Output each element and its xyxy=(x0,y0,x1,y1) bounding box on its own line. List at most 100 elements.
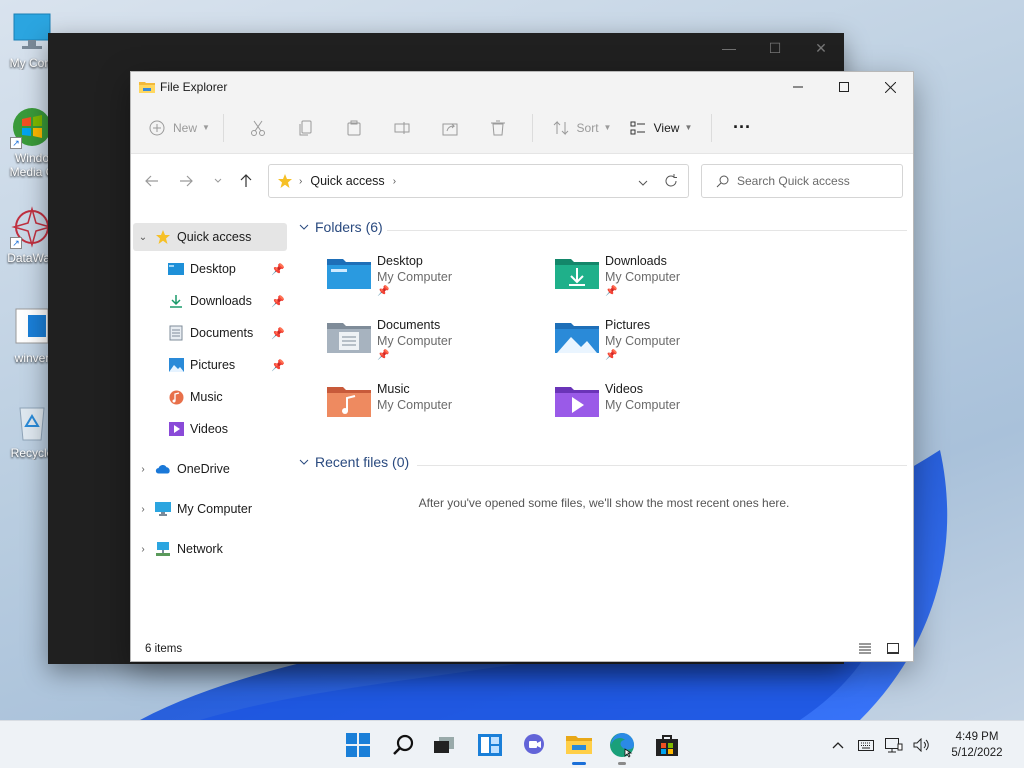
desktop-folder-icon xyxy=(168,261,184,277)
new-button[interactable]: New ▼ xyxy=(149,112,213,144)
taskbar-file-explorer[interactable] xyxy=(563,729,595,765)
share-button[interactable] xyxy=(426,112,474,144)
sidebar-item-desktop[interactable]: Desktop 📌 xyxy=(133,255,287,283)
pin-icon[interactable]: 📌 xyxy=(271,263,285,276)
volume-button[interactable] xyxy=(908,731,936,759)
folder-tile-desktop[interactable]: Desktop My Computer 📌 xyxy=(327,253,547,313)
item-count: 6 items xyxy=(145,643,183,655)
folders-section-header[interactable]: Folders (6) xyxy=(299,219,383,235)
close-button[interactable] xyxy=(867,72,913,102)
paste-button[interactable] xyxy=(330,112,378,144)
sidebar-item-music[interactable]: Music xyxy=(133,383,287,411)
store-icon xyxy=(656,735,678,756)
chevron-right-icon[interactable]: › xyxy=(136,464,150,475)
search-input[interactable] xyxy=(737,174,897,188)
widgets-button[interactable] xyxy=(474,729,506,761)
pin-icon: 📌 xyxy=(605,286,618,297)
folder-tile-music[interactable]: Music My Computer xyxy=(327,381,547,441)
pin-icon[interactable]: 📌 xyxy=(271,327,285,340)
sort-icon xyxy=(553,120,568,135)
folder-tile-documents[interactable]: Documents My Computer 📌 xyxy=(327,317,547,377)
recent-locations-button[interactable] xyxy=(207,171,229,191)
sidebar-item-quick-access[interactable]: ⌄ Quick access xyxy=(133,223,287,251)
recent-files-empty-message: After you've opened some files, we'll sh… xyxy=(418,496,790,510)
maximize-button[interactable] xyxy=(821,72,867,102)
copy-button[interactable] xyxy=(282,112,330,144)
chevron-right-icon[interactable]: › xyxy=(136,544,150,555)
command-bar: New ▼ Sort ▼ View ▼ ··· xyxy=(131,102,913,154)
chevron-right-icon[interactable]: › xyxy=(393,176,396,187)
pin-icon[interactable]: 📌 xyxy=(271,359,285,372)
clock[interactable]: 4:49 PM 5/12/2022 xyxy=(942,729,1012,761)
refresh-button[interactable] xyxy=(664,174,678,191)
file-explorer-app-icon xyxy=(139,82,155,93)
window-title: File Explorer xyxy=(160,80,228,94)
sidebar-item-downloads[interactable]: Downloads 📌 xyxy=(133,287,287,315)
close-icon xyxy=(884,81,896,93)
folder-tile-videos[interactable]: Videos My Computer xyxy=(555,381,775,441)
sidebar-item-documents[interactable]: Documents 📌 xyxy=(133,319,287,347)
folder-icon xyxy=(566,736,592,754)
refresh-icon xyxy=(665,174,677,187)
add-circle-icon xyxy=(149,120,165,135)
sidebar-item-my-computer[interactable]: › My Computer xyxy=(133,495,287,523)
cut-button[interactable] xyxy=(234,112,282,144)
divider xyxy=(532,113,533,142)
sort-button[interactable]: Sort ▼ xyxy=(543,112,621,144)
star-icon xyxy=(155,229,171,245)
videos-icon xyxy=(168,421,184,437)
downloads-folder-icon xyxy=(555,259,599,289)
address-dropdown-button[interactable] xyxy=(638,176,648,190)
close-icon[interactable]: ✕ xyxy=(798,33,844,63)
sidebar-item-pictures[interactable]: Pictures 📌 xyxy=(133,351,287,379)
taskbar-edge[interactable] xyxy=(606,729,638,765)
background-window-controls: — ☐ ✕ xyxy=(706,33,844,63)
scissors-icon xyxy=(251,120,265,136)
network-status-button[interactable] xyxy=(880,731,908,759)
chevron-right-icon[interactable]: › xyxy=(136,504,150,515)
chevron-down-icon[interactable]: ⌄ xyxy=(136,232,150,243)
divider xyxy=(223,113,224,142)
speaker-icon xyxy=(913,738,929,752)
forward-button[interactable] xyxy=(175,171,197,191)
minimize-button[interactable] xyxy=(775,72,821,102)
keyboard-button[interactable] xyxy=(852,731,880,759)
large-icons-view-button[interactable] xyxy=(887,643,899,657)
chat-button[interactable] xyxy=(518,729,550,761)
delete-button[interactable] xyxy=(474,112,522,144)
pin-icon[interactable]: 📌 xyxy=(271,295,285,308)
search-box[interactable] xyxy=(701,164,903,198)
taskbar-store[interactable] xyxy=(651,729,683,761)
chevron-down-icon xyxy=(299,224,309,230)
pin-icon: 📌 xyxy=(377,350,390,361)
clock-date: 5/12/2022 xyxy=(951,747,1003,759)
recent-files-section-header[interactable]: Recent files (0) xyxy=(299,454,409,470)
taskbar: 4:49 PM 5/12/2022 xyxy=(0,720,1024,768)
rename-icon xyxy=(394,121,410,134)
view-button[interactable]: View ▼ xyxy=(621,112,701,144)
rename-button[interactable] xyxy=(378,112,426,144)
address-bar[interactable]: › Quick access › xyxy=(268,164,689,198)
task-view-icon xyxy=(434,737,454,753)
title-bar[interactable]: File Explorer xyxy=(131,72,913,102)
taskbar-search-button[interactable] xyxy=(387,729,419,761)
sidebar-item-onedrive[interactable]: › OneDrive xyxy=(133,455,287,483)
more-options-button[interactable]: ··· xyxy=(722,112,762,144)
show-desktop-button[interactable] xyxy=(1012,721,1024,768)
breadcrumb-quick-access[interactable]: Quick access xyxy=(310,174,384,188)
folder-tile-pictures[interactable]: Pictures My Computer 📌 xyxy=(555,317,775,377)
show-hidden-icons-button[interactable] xyxy=(824,731,852,759)
up-button[interactable] xyxy=(235,171,257,191)
sidebar-item-network[interactable]: › Network xyxy=(133,535,287,563)
task-view-button[interactable] xyxy=(428,729,460,761)
minimize-icon[interactable]: — xyxy=(706,33,752,63)
start-button[interactable] xyxy=(342,729,374,761)
folder-tile-downloads[interactable]: Downloads My Computer 📌 xyxy=(555,253,775,313)
file-explorer-window[interactable]: File Explorer New ▼ Sort ▼ View ▼ ··· › … xyxy=(130,71,914,662)
back-button[interactable] xyxy=(141,171,163,191)
sidebar-item-videos[interactable]: Videos xyxy=(133,415,287,443)
shortcut-arrow-icon: ↗ xyxy=(10,137,22,149)
details-view-button[interactable] xyxy=(859,643,871,657)
maximize-icon[interactable]: ☐ xyxy=(752,33,798,63)
list-view-icon xyxy=(859,643,871,654)
